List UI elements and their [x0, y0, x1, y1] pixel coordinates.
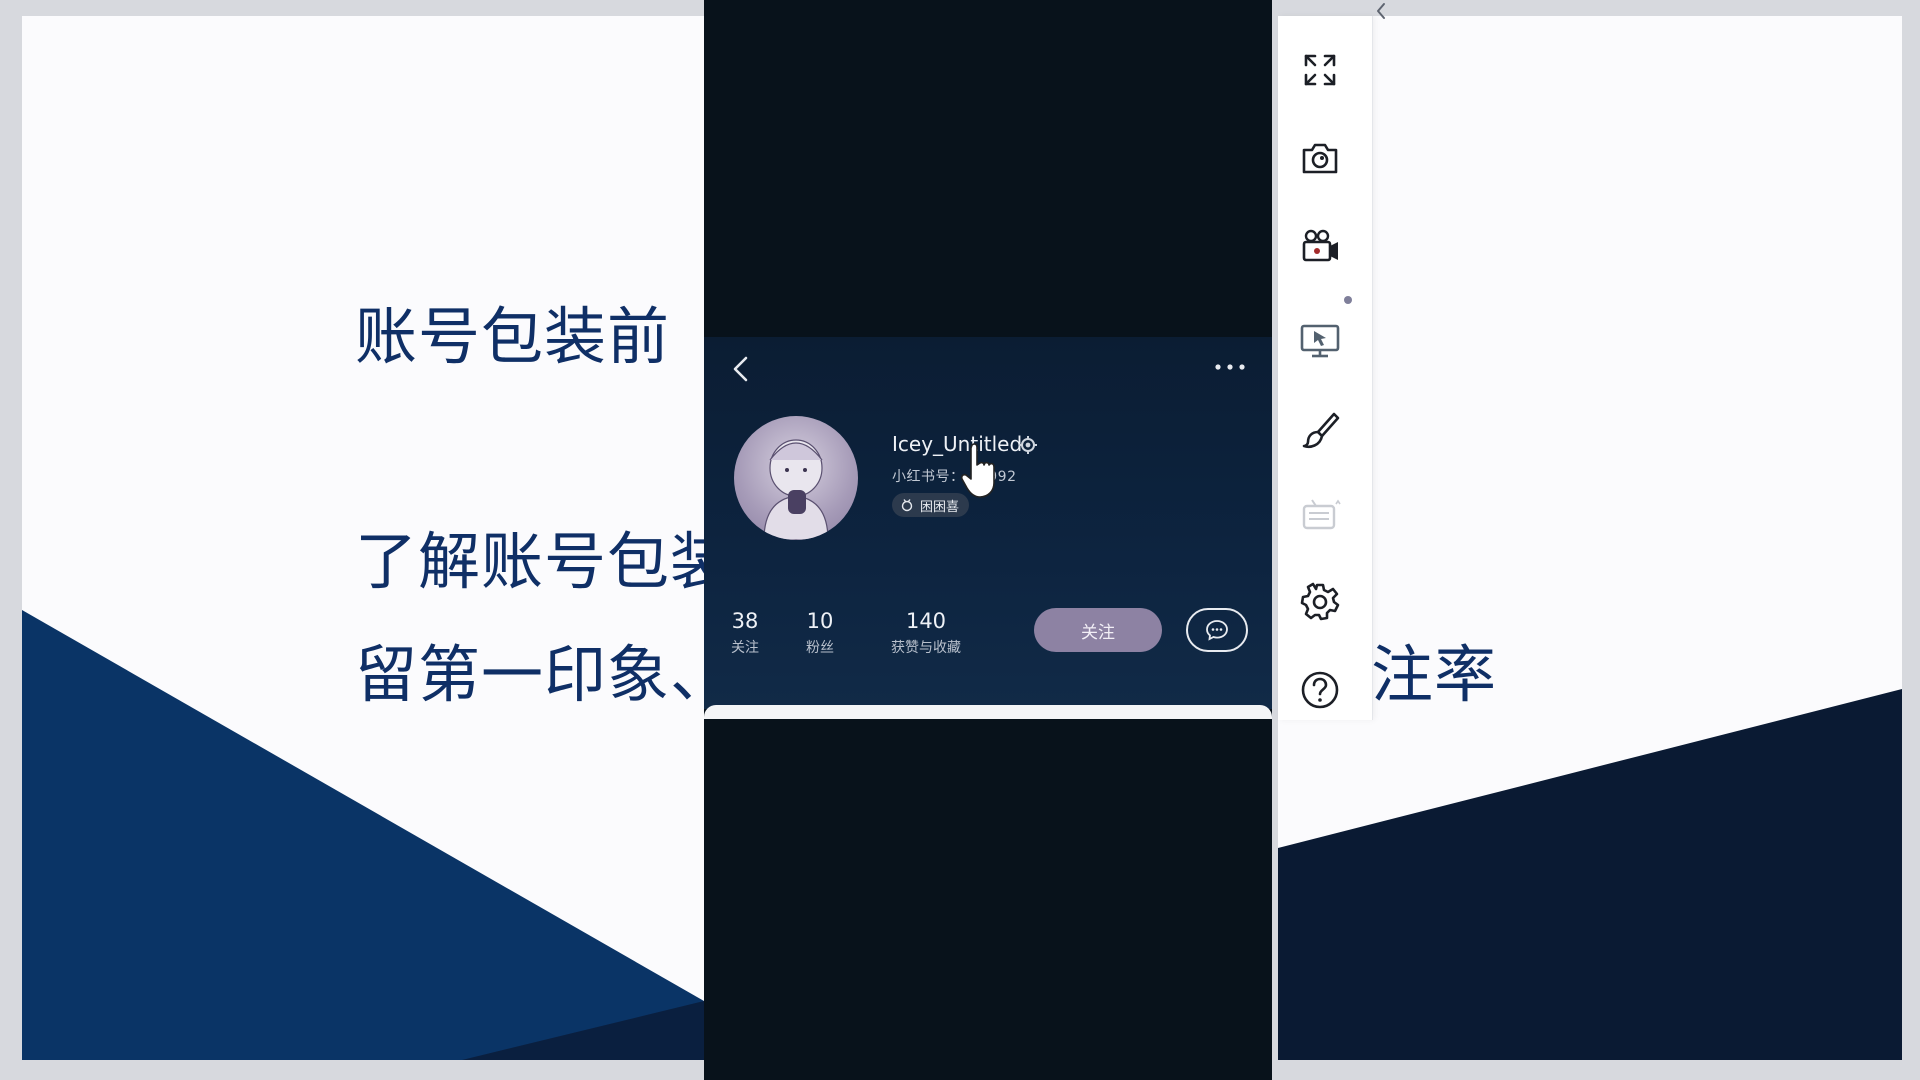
slide-title: 账号包装前	[355, 300, 671, 373]
brush-button[interactable]	[1296, 406, 1344, 454]
monitor-cursor-icon	[1300, 324, 1340, 358]
slide-left-panel: 账号包装前 了解账号包装 留第一印象、	[22, 16, 704, 1060]
fullscreen-button[interactable]	[1296, 46, 1344, 94]
brush-icon	[1302, 412, 1340, 448]
hand-cursor-icon	[960, 443, 995, 498]
help-button[interactable]	[1296, 666, 1344, 714]
record-button[interactable]	[1296, 222, 1344, 270]
bottom-sheet-edge	[704, 705, 1272, 719]
screen-share-button[interactable]	[1296, 316, 1344, 364]
camera-icon	[1302, 143, 1338, 174]
keyboard-icon	[1302, 499, 1341, 530]
stat-likes-value: 140	[905, 609, 947, 633]
gear-icon	[1300, 582, 1340, 621]
slide-body-line-2: 留第一印象、	[355, 638, 704, 711]
notification-dot	[1344, 296, 1352, 304]
keyboard-button[interactable]	[1296, 490, 1344, 538]
profile-tag-label: 困困喜	[920, 499, 960, 515]
avatar-illustration	[763, 439, 829, 540]
stat-following-label: 关注	[731, 640, 759, 656]
follow-button[interactable]: 关注	[1034, 608, 1162, 652]
stat-following[interactable]: 38 关注	[722, 609, 768, 657]
collapse-toolbar-button[interactable]	[1370, 0, 1392, 22]
recorder-toolbar	[1278, 16, 1373, 720]
settings-button[interactable]	[1296, 578, 1344, 626]
more-dots-icon[interactable]	[1212, 357, 1248, 377]
stat-following-value: 38	[731, 609, 759, 633]
screenshot-button[interactable]	[1296, 134, 1344, 182]
help-icon	[1301, 671, 1339, 709]
phone-screen: Icey_Untitled 小红书号： 08992 困困喜 38 关注 10 粉	[704, 0, 1272, 1080]
video-camera-icon	[1302, 229, 1338, 262]
message-button[interactable]	[1186, 608, 1248, 652]
gear-badge-icon	[1019, 436, 1037, 454]
expand-icon	[1304, 54, 1336, 86]
slide-body-right: 注率	[1371, 638, 1498, 711]
profile-header: Icey_Untitled 小红书号： 08992 困困喜 38 关注 10 粉	[704, 337, 1272, 709]
stat-followers-label: 粉丝	[806, 640, 834, 656]
back-button[interactable]	[726, 352, 756, 386]
stat-followers[interactable]: 10 粉丝	[797, 609, 843, 657]
stat-likes-collects[interactable]: 140 获赞与收藏	[874, 609, 978, 657]
stat-likes-label: 获赞与收藏	[891, 640, 961, 656]
stat-followers-value: 10	[806, 609, 834, 633]
chat-bubble-icon	[1206, 620, 1228, 641]
tag-icon	[901, 499, 913, 512]
slide-body-line-1: 了解账号包装	[355, 525, 704, 598]
avatar[interactable]	[734, 416, 858, 540]
